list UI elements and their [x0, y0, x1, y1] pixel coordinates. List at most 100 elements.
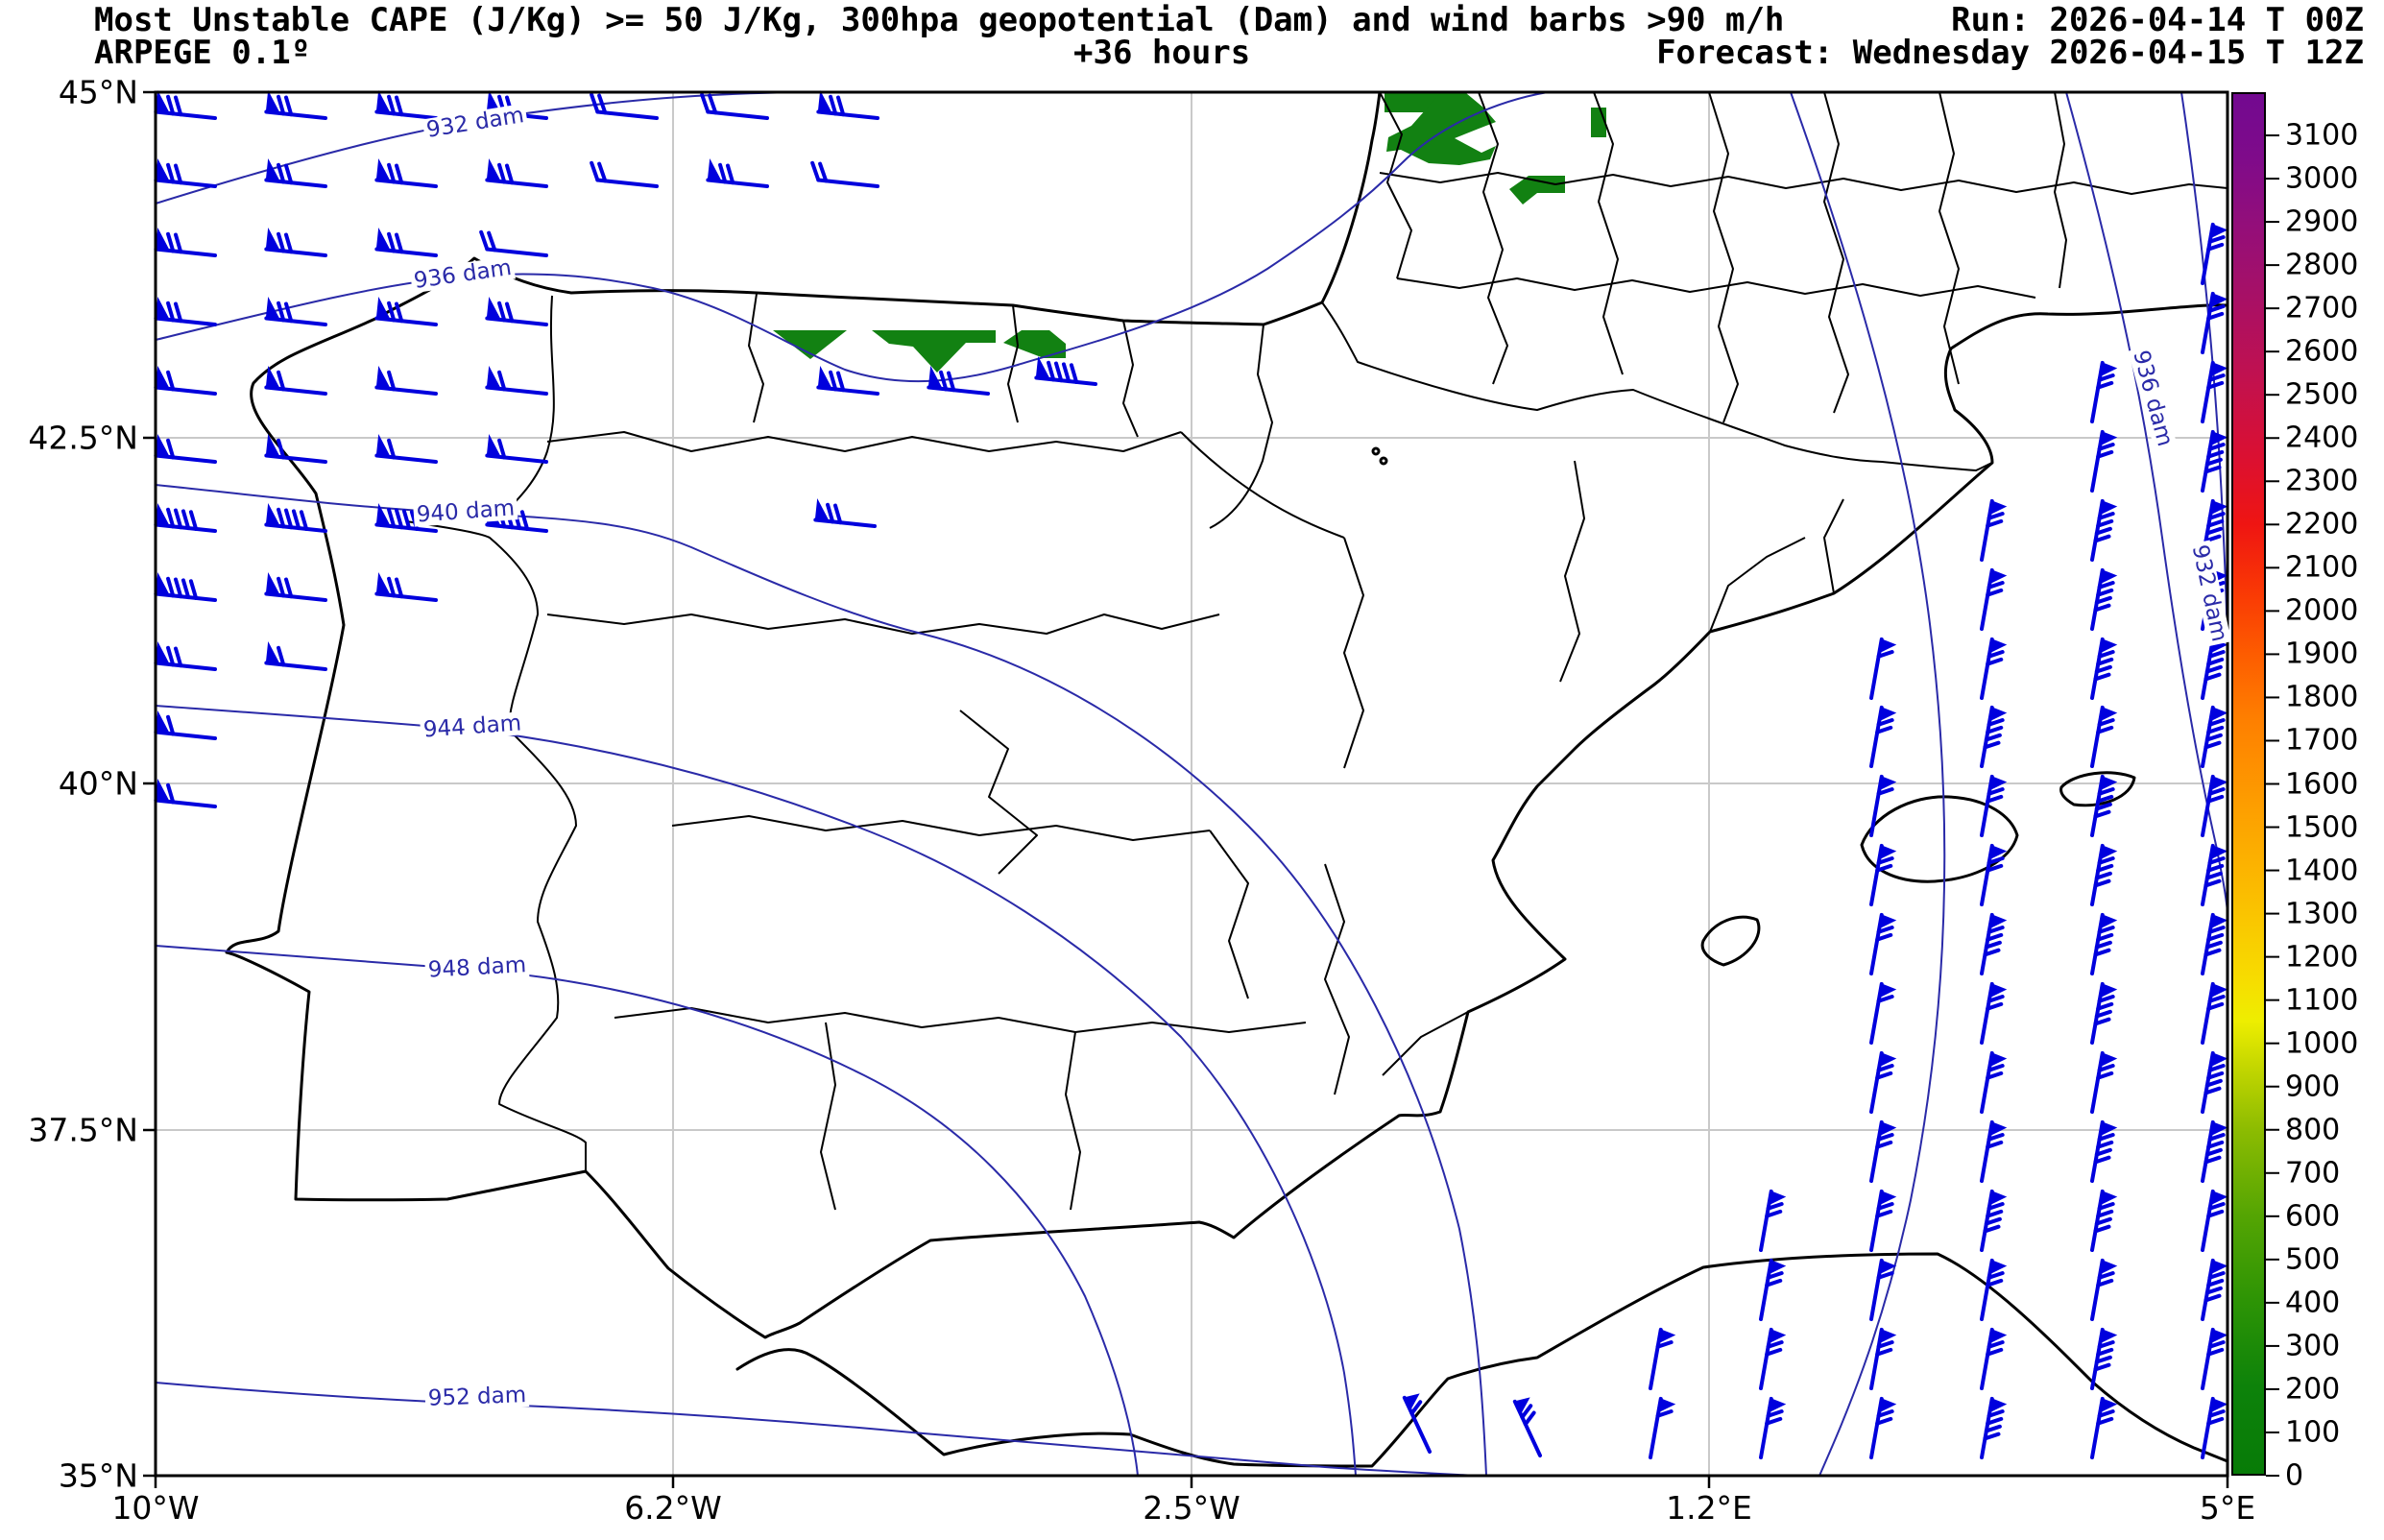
wind-barb — [1871, 1122, 1896, 1184]
wind-barb — [1761, 1261, 1786, 1322]
colorbar-tick-label: 2900 — [2285, 205, 2358, 239]
colorbar-tick-label: 2000 — [2285, 594, 2358, 628]
coastline-iberia-france — [227, 92, 2227, 1337]
wind-barb — [266, 368, 327, 394]
wind-barb — [2203, 225, 2227, 286]
wind-barb — [1871, 1330, 1896, 1391]
wind-barb — [1982, 915, 2007, 976]
wind-barb — [818, 92, 879, 118]
colorbar-tick-label: 2100 — [2285, 551, 2358, 585]
wind-barb — [2203, 294, 2227, 355]
colorbar-tick-label: 700 — [2285, 1156, 2340, 1190]
wind-barb — [2092, 432, 2117, 493]
wind-barb — [376, 229, 438, 255]
wind-barb — [1982, 708, 2007, 769]
cape-area — [773, 330, 847, 359]
geopotential-contour-936 — [2066, 92, 2227, 912]
lon-label: 6.2°W — [624, 1489, 722, 1527]
wind-barb — [1982, 1330, 2007, 1391]
wind-barb — [2203, 1053, 2227, 1115]
wind-barb — [2092, 1261, 2117, 1322]
wind-barb — [2203, 846, 2227, 907]
coastline-africa — [737, 1254, 2227, 1466]
contour-label: 948 dam — [424, 953, 529, 982]
colorbar-tick-label: 1700 — [2285, 724, 2358, 758]
colorbar-tick-label: 2500 — [2285, 378, 2358, 412]
wind-barb — [1982, 984, 2007, 1046]
wind-barb — [156, 436, 217, 462]
lon-label: 2.5°W — [1143, 1489, 1240, 1527]
wind-barb — [1871, 1053, 1896, 1115]
wind-barb — [2203, 1399, 2227, 1460]
wind-barb — [156, 92, 217, 118]
wind-barb — [266, 643, 327, 669]
geopotential-contour-936 — [156, 92, 1548, 381]
colorbar-tick-label: 500 — [2285, 1242, 2340, 1276]
wind-barb — [266, 229, 327, 255]
colorbar-tick-label: 1900 — [2285, 638, 2358, 671]
colorbar-tick-label: 1100 — [2285, 983, 2358, 1017]
colorbar-tick-label: 2200 — [2285, 508, 2358, 541]
wind-barb — [2203, 915, 2227, 976]
wind-barb — [487, 436, 548, 462]
wind-barb — [1871, 1191, 1896, 1253]
colorbar-tick-label: 1200 — [2285, 940, 2358, 974]
colorbar-tick-label: 2600 — [2285, 335, 2358, 369]
wind-barb — [156, 574, 217, 600]
wind-barb — [2203, 984, 2227, 1046]
wind-barb — [487, 368, 548, 394]
islet — [1381, 458, 1386, 464]
wind-barb — [2092, 570, 2117, 632]
wind-barb — [1871, 1399, 1896, 1460]
colorbar-tick-label: 2700 — [2285, 292, 2358, 325]
wind-barb — [1761, 1330, 1786, 1391]
wind-barb — [1871, 777, 1896, 838]
colorbar-tick-label: 3100 — [2285, 119, 2358, 153]
wind-barb — [156, 643, 217, 669]
wind-barb — [156, 505, 217, 531]
colorbar-tick-label: 1600 — [2285, 767, 2358, 801]
wind-barb — [2092, 1053, 2117, 1115]
lon-label: 1.2°E — [1666, 1489, 1752, 1527]
lon-label: 5°E — [2200, 1489, 2255, 1527]
wind-barb — [266, 160, 327, 186]
wind-barb — [2092, 1191, 2117, 1253]
colorbar-tick-label: 2800 — [2285, 249, 2358, 282]
wind-barb — [1982, 501, 2007, 563]
cape-fill-areas — [773, 93, 1606, 373]
wind-barb — [815, 500, 877, 526]
wind-barb — [2203, 432, 2227, 493]
geopotential-contour-940 — [156, 485, 1486, 1476]
geopotential-contour-952 — [156, 1383, 1479, 1476]
wind-barb — [1036, 358, 1097, 384]
colorbar-tick-label: 1300 — [2285, 897, 2358, 930]
wind-barb — [1761, 1399, 1786, 1460]
wind-barb — [2092, 1122, 2117, 1184]
wind-barb — [266, 299, 327, 325]
wind-barb — [2092, 708, 2117, 769]
wind-barb — [266, 92, 327, 118]
island-ibiza — [1702, 917, 1759, 965]
colorbar-tick-label: 3000 — [2285, 162, 2358, 196]
wind-barb — [2203, 1261, 2227, 1322]
lat-label: 45°N — [13, 74, 138, 111]
colorbar-tick-label: 100 — [2285, 1415, 2340, 1449]
colorbar-tick-label: 2300 — [2285, 465, 2358, 498]
colorbar-tick-label: 0 — [2285, 1459, 2303, 1493]
colorbar-tick-label: 600 — [2285, 1199, 2340, 1233]
wind-barb — [1871, 708, 1896, 769]
wind-barb — [2092, 984, 2117, 1046]
colorbar-tick-label: 200 — [2285, 1372, 2340, 1406]
lon-label: 10°W — [111, 1489, 199, 1527]
colorbar-ticks — [2266, 135, 2279, 1476]
wind-barb — [708, 160, 769, 186]
wind-barb — [2092, 1399, 2117, 1460]
map-canvas — [0, 0, 2384, 1540]
wind-barb — [2203, 1122, 2227, 1184]
wind-barb — [1871, 984, 1896, 1046]
colorbar-tick-label: 800 — [2285, 1113, 2340, 1146]
colorbar-tick-label: 1400 — [2285, 854, 2358, 887]
colorbar — [2231, 92, 2266, 1476]
cape-area — [1591, 108, 1606, 137]
wind-barb — [2203, 777, 2227, 838]
